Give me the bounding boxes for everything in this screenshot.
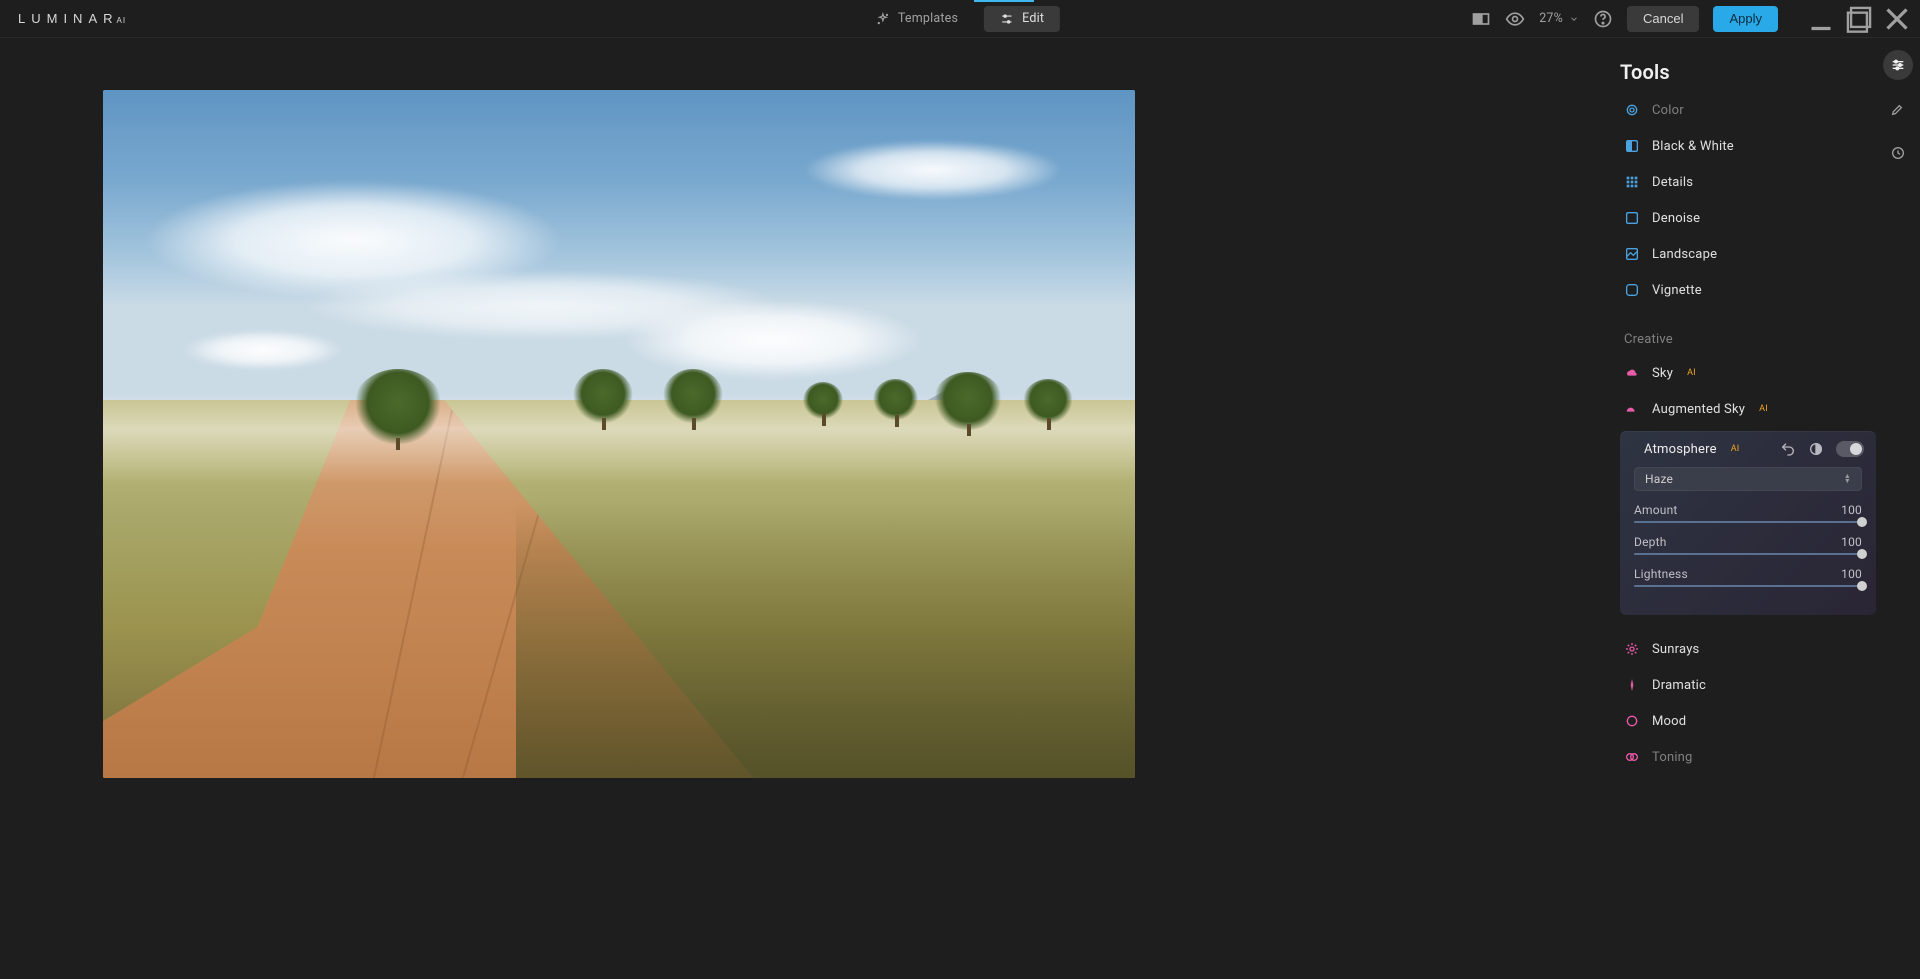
slider-lightness-label: Lightness xyxy=(1634,567,1688,581)
ai-badge: AI xyxy=(1759,404,1768,414)
rail-edit-icon[interactable] xyxy=(1883,50,1913,80)
landscape-icon xyxy=(1624,246,1640,262)
slider-amount[interactable]: Amount 100 xyxy=(1634,503,1862,523)
bw-icon xyxy=(1624,138,1640,154)
tool-mood-label: Mood xyxy=(1652,714,1686,729)
dramatic-icon xyxy=(1624,677,1640,693)
tool-landscape-label: Landscape xyxy=(1652,247,1717,262)
tab-edit[interactable]: Edit xyxy=(984,6,1060,32)
atmosphere-mode-value: Haze xyxy=(1645,472,1673,486)
tool-denoise[interactable]: Denoise xyxy=(1620,200,1876,236)
tool-sky-label: Sky xyxy=(1652,366,1673,381)
mood-icon xyxy=(1624,713,1640,729)
atmosphere-body: Haze ▲▼ Amount 100 Depth 100 xyxy=(1620,467,1876,587)
rail-history-icon[interactable] xyxy=(1883,138,1913,168)
cancel-button[interactable]: Cancel xyxy=(1627,6,1699,32)
tool-details-label: Details xyxy=(1652,175,1693,190)
photo-preview[interactable] xyxy=(103,90,1135,778)
top-tabs: Templates Edit xyxy=(860,0,1060,37)
slider-lightness[interactable]: Lightness 100 xyxy=(1634,567,1862,587)
ai-badge: AI xyxy=(1731,444,1740,454)
slider-depth-label: Depth xyxy=(1634,535,1667,549)
mask-icon[interactable] xyxy=(1808,441,1824,457)
tab-edit-label: Edit xyxy=(1022,11,1044,26)
window-maximize-icon[interactable] xyxy=(1840,0,1878,38)
atmosphere-header[interactable]: Atmosphere AI xyxy=(1620,431,1876,467)
slider-amount-label: Amount xyxy=(1634,503,1678,517)
main: Tools Color Black & White Details Denois… xyxy=(0,38,1920,979)
tool-toning-label: Toning xyxy=(1652,750,1693,765)
rail-brush-icon[interactable] xyxy=(1883,94,1913,124)
tool-details[interactable]: Details xyxy=(1620,164,1876,200)
tool-atmosphere-panel: Atmosphere AI Haze ▲▼ Amount xyxy=(1620,431,1876,615)
compare-toggle-icon[interactable] xyxy=(1471,9,1491,29)
tool-augmented-sky[interactable]: Augmented Sky AI xyxy=(1620,391,1876,427)
app-name: LUMINAR xyxy=(18,11,119,26)
tools-title: Tools xyxy=(1620,60,1876,92)
tool-toning[interactable]: Toning xyxy=(1620,739,1876,775)
window-close-icon[interactable] xyxy=(1878,0,1916,38)
sunrays-icon xyxy=(1624,641,1640,657)
tool-sky[interactable]: Sky AI xyxy=(1620,355,1876,391)
undo-icon[interactable] xyxy=(1780,441,1796,457)
tool-vignette-label: Vignette xyxy=(1652,283,1702,298)
right-rail xyxy=(1876,38,1920,979)
tool-bw[interactable]: Black & White xyxy=(1620,128,1876,164)
zoom-dropdown[interactable]: 27% xyxy=(1539,11,1579,26)
app-name-sup: AI xyxy=(117,16,127,25)
vignette-icon xyxy=(1624,282,1640,298)
denoise-icon xyxy=(1624,210,1640,226)
color-icon xyxy=(1624,102,1640,118)
tool-color[interactable]: Color xyxy=(1620,92,1876,128)
top-right: 27% Cancel Apply xyxy=(1471,0,1920,37)
augmented-sky-icon xyxy=(1624,401,1640,417)
sliders-icon xyxy=(1000,12,1014,26)
slider-amount-value: 100 xyxy=(1841,503,1862,517)
tool-sunrays[interactable]: Sunrays xyxy=(1620,631,1876,667)
tool-sunrays-label: Sunrays xyxy=(1652,642,1699,657)
tools-panel: Tools Color Black & White Details Denois… xyxy=(1620,38,1876,979)
tool-dramatic[interactable]: Dramatic xyxy=(1620,667,1876,703)
canvas-area xyxy=(0,38,1620,979)
sky-icon xyxy=(1624,365,1640,381)
atmosphere-mode-dropdown[interactable]: Haze ▲▼ xyxy=(1634,467,1862,491)
tab-templates[interactable]: Templates xyxy=(860,6,974,32)
titlebar: LUMINAR AI Templates Edit xyxy=(0,0,1920,38)
details-icon xyxy=(1624,174,1640,190)
tab-templates-label: Templates xyxy=(898,11,958,26)
tool-mood[interactable]: Mood xyxy=(1620,703,1876,739)
atmosphere-label: Atmosphere xyxy=(1644,442,1717,457)
help-icon[interactable] xyxy=(1593,9,1613,29)
zoom-value: 27% xyxy=(1539,11,1563,26)
tool-landscape[interactable]: Landscape xyxy=(1620,236,1876,272)
app-logo: LUMINAR AI xyxy=(18,11,126,26)
preview-eye-icon[interactable] xyxy=(1505,9,1525,29)
tool-dramatic-label: Dramatic xyxy=(1652,678,1706,693)
apply-button[interactable]: Apply xyxy=(1713,6,1778,32)
tool-vignette[interactable]: Vignette xyxy=(1620,272,1876,308)
ai-badge: AI xyxy=(1687,368,1696,378)
toning-icon xyxy=(1624,749,1640,765)
sparkles-icon xyxy=(876,12,890,26)
tool-denoise-label: Denoise xyxy=(1652,211,1700,226)
window-minimize-icon[interactable] xyxy=(1802,0,1840,38)
atmosphere-toggle[interactable] xyxy=(1836,441,1864,457)
tool-bw-label: Black & White xyxy=(1652,139,1734,154)
section-creative: Creative xyxy=(1620,308,1876,355)
tool-color-label: Color xyxy=(1652,103,1684,118)
slider-depth-value: 100 xyxy=(1841,535,1862,549)
slider-lightness-value: 100 xyxy=(1841,567,1862,581)
slider-depth[interactable]: Depth 100 xyxy=(1634,535,1862,555)
chevron-down-icon xyxy=(1569,14,1579,24)
updown-icon: ▲▼ xyxy=(1844,474,1851,484)
tool-augmented-sky-label: Augmented Sky xyxy=(1652,402,1745,417)
window-controls xyxy=(1802,0,1916,38)
